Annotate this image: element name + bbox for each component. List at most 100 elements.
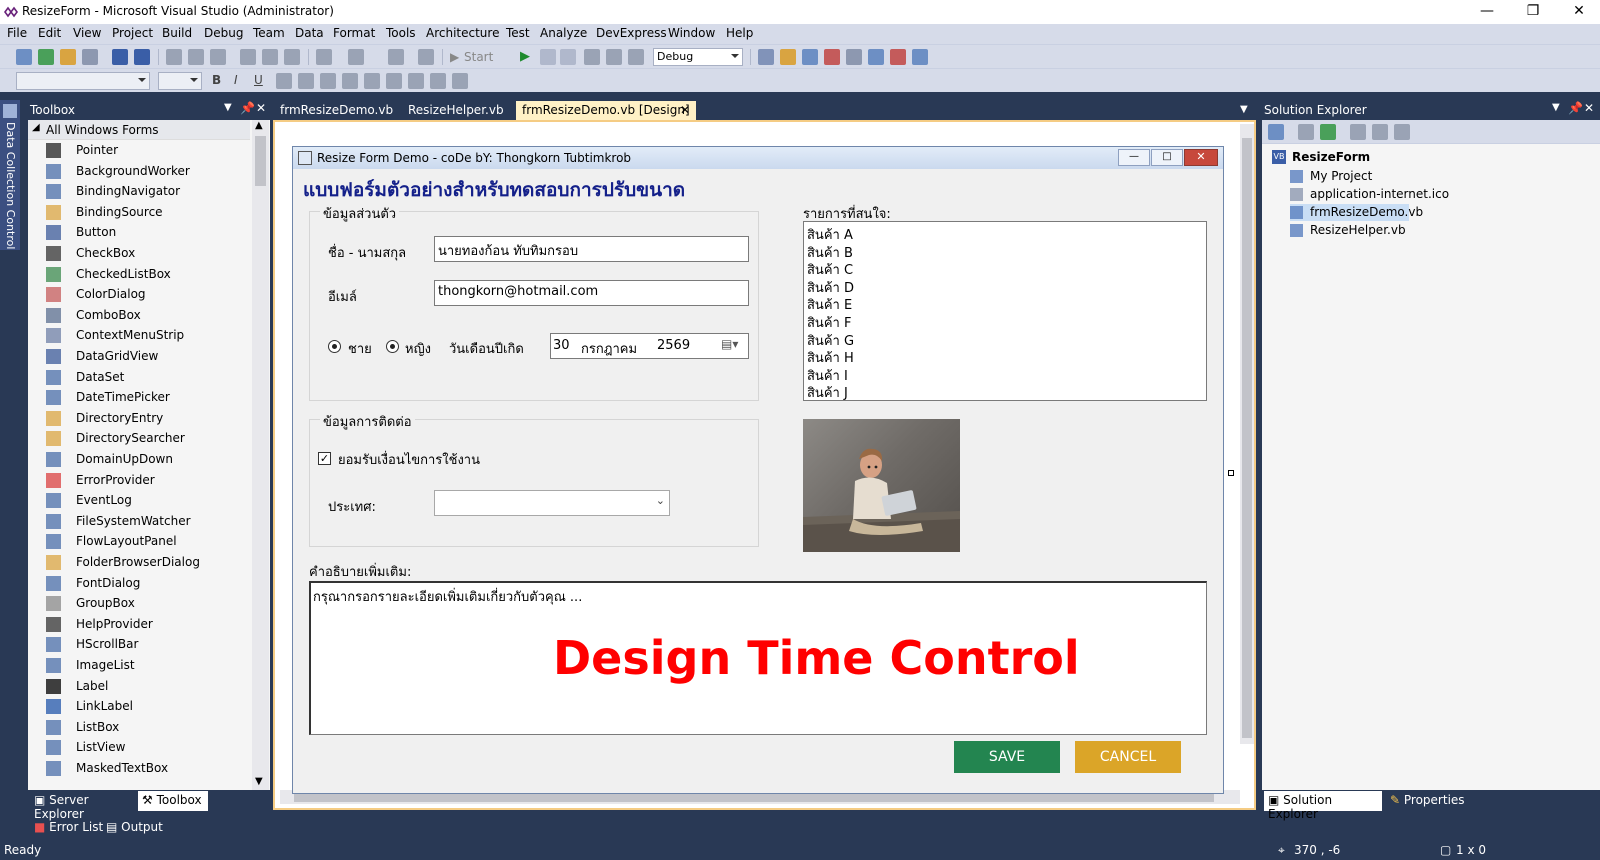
save-icon[interactable] [112, 49, 128, 65]
toolbox-item-flowlayoutpanel[interactable]: FlowLayoutPanel [46, 531, 256, 552]
menu-analyze[interactable]: Analyze [540, 26, 587, 40]
cut-icon[interactable] [166, 49, 182, 65]
toolbox-item-button[interactable]: Button [46, 222, 256, 243]
menu-devexpress[interactable]: DevExpress [596, 26, 667, 40]
toolbox-item-hscrollbar[interactable]: HScrollBar [46, 634, 256, 655]
name-input[interactable]: นายทองก้อน ทับทิมกรอบ [434, 236, 749, 262]
menu-project[interactable]: Project [112, 26, 153, 40]
toolbox-item-contextmenustrip[interactable]: ContextMenuStrip [46, 325, 256, 346]
male-radio[interactable] [328, 340, 341, 353]
menu-format[interactable]: Format [333, 26, 375, 40]
toolbox-item-backgroundworker[interactable]: BackgroundWorker [46, 161, 256, 182]
extension-icon[interactable] [868, 49, 884, 65]
close-window-button[interactable]: ✕ [1556, 0, 1600, 24]
toolbox-item-bindingnavigator[interactable]: BindingNavigator [46, 181, 256, 202]
font-name-select[interactable] [16, 72, 150, 90]
toolbox-scrollbar[interactable]: ▲ ▼ [252, 120, 269, 790]
refresh-icon[interactable] [1320, 124, 1336, 140]
toolbox-item-datagridview[interactable]: DataGridView [46, 346, 256, 367]
interest-list-item[interactable]: สินค้า J [807, 382, 848, 400]
description-textarea[interactable]: กรุณากรอกรายละเอียดเพิ่มเติมเกี่ยวกับตัว… [309, 581, 1207, 735]
toolbox-item-fontdialog[interactable]: FontDialog [46, 573, 256, 594]
toolbox-item-bindingsource[interactable]: BindingSource [46, 202, 256, 223]
tab-frmresizedemo-design[interactable]: frmResizeDemo.vb [Design] ✕ [516, 101, 696, 121]
indent-icon[interactable] [452, 73, 468, 89]
paste-icon[interactable] [210, 49, 226, 65]
solution-item-app-icon-file[interactable]: application-internet.ico [1290, 186, 1449, 203]
menu-help[interactable]: Help [726, 26, 753, 40]
designer-vscrollbar[interactable] [1240, 124, 1254, 744]
toolbox-item-folderbrowserdialog[interactable]: FolderBrowserDialog [46, 552, 256, 573]
scroll-thumb[interactable] [255, 136, 266, 186]
toolbox-item-errorprovider[interactable]: ErrorProvider [46, 470, 256, 491]
interests-listbox[interactable]: สินค้า A สินค้า B สินค้า C สินค้า D สินค้า E… [803, 221, 1207, 401]
email-input[interactable]: thongkorn@hotmail.com [434, 280, 749, 306]
toolbox-item-eventlog[interactable]: EventLog [46, 490, 256, 511]
tab-frmresizedemo-code[interactable]: frmResizeDemo.vb [274, 101, 399, 121]
toolbox-item-datetimepicker[interactable]: DateTimePicker [46, 387, 256, 408]
tab-solution-explorer[interactable]: ▣ Solution Explorer [1264, 791, 1382, 821]
undo-icon[interactable] [316, 49, 332, 65]
toolbox-item-pointer[interactable]: Pointer [46, 140, 256, 161]
pause-icon[interactable] [540, 49, 556, 65]
step-over-icon[interactable] [584, 49, 600, 65]
numbering-icon[interactable] [408, 73, 424, 89]
menu-window[interactable]: Window [668, 26, 715, 40]
tools-icon[interactable] [846, 49, 862, 65]
underline-icon[interactable]: U [254, 73, 263, 87]
tab-toolbox[interactable]: ⚒ Toolbox [138, 791, 208, 811]
menu-debug[interactable]: Debug [204, 26, 243, 40]
toolbox-item-combobox[interactable]: ComboBox [46, 305, 256, 326]
find-icon[interactable] [240, 49, 256, 65]
pin-icon[interactable]: 📌 [240, 101, 255, 115]
tab-error-list[interactable]: ■ Error List [30, 818, 107, 838]
toolbox-icon[interactable] [824, 49, 840, 65]
data-collection-strip[interactable]: Data Collection Control [0, 100, 20, 250]
navigate-forward-icon[interactable] [418, 49, 434, 65]
menu-data[interactable]: Data [295, 26, 324, 40]
object-browser-icon[interactable] [802, 49, 818, 65]
toolbox-item-listbox[interactable]: ListBox [46, 717, 256, 738]
show-all-files-icon[interactable] [1298, 124, 1314, 140]
align-right-icon[interactable] [364, 73, 380, 89]
form-close-button[interactable]: ✕ [1184, 149, 1218, 166]
cancel-button[interactable]: CANCEL [1075, 741, 1181, 773]
toolbox-item-directorysearcher[interactable]: DirectorySearcher [46, 428, 256, 449]
toolbox-item-label[interactable]: Label [46, 676, 256, 697]
font-color-icon[interactable] [276, 73, 292, 89]
menu-test[interactable]: Test [506, 26, 530, 40]
toolbox-item-checkbox[interactable]: CheckBox [46, 243, 256, 264]
start-play-icon[interactable]: ▶ [450, 50, 459, 64]
close-icon[interactable]: ✕ [256, 101, 266, 115]
solution-configuration-select[interactable]: Debug [653, 48, 743, 66]
error-icon[interactable] [890, 49, 906, 65]
tab-properties[interactable]: ✎ Properties [1386, 791, 1469, 811]
menu-architecture[interactable]: Architecture [426, 26, 499, 40]
minimize-button[interactable]: — [1464, 0, 1510, 24]
solution-item-frmresizedemo-file[interactable]: frmResizeDemo.vb [1290, 204, 1423, 221]
form-minimize-button[interactable]: — [1118, 149, 1150, 166]
dropdown-icon[interactable]: ▼ [1552, 102, 1560, 113]
menu-file[interactable]: File [7, 26, 27, 40]
toolbox-group-header[interactable]: ◢ All Windows Forms [28, 120, 250, 140]
copy-icon[interactable] [188, 49, 204, 65]
font-size-select[interactable] [158, 72, 202, 90]
properties-icon[interactable] [780, 49, 796, 65]
align-left-icon[interactable] [320, 73, 336, 89]
menu-tools[interactable]: Tools [386, 26, 416, 40]
start-button[interactable]: Start [464, 50, 493, 64]
toolbox-item-helpprovider[interactable]: HelpProvider [46, 614, 256, 635]
female-radio[interactable] [386, 340, 399, 353]
pin-icon[interactable]: 📌 [1568, 101, 1583, 115]
scroll-down-icon[interactable]: ▼ [255, 776, 263, 787]
menu-build[interactable]: Build [162, 26, 192, 40]
toolbox-item-linklabel[interactable]: LinkLabel [46, 696, 256, 717]
outdent-icon[interactable] [430, 73, 446, 89]
tab-overflow-icon[interactable]: ▼ [1240, 104, 1248, 115]
comment-icon[interactable] [262, 49, 278, 65]
class-diagram-icon[interactable] [1394, 124, 1410, 140]
solution-item-resizehelper-file[interactable]: ResizeHelper.vb [1290, 222, 1406, 239]
scroll-thumb[interactable] [1242, 138, 1252, 738]
toolbox-item-dataset[interactable]: DataSet [46, 367, 256, 388]
bold-icon[interactable]: B [212, 73, 221, 87]
